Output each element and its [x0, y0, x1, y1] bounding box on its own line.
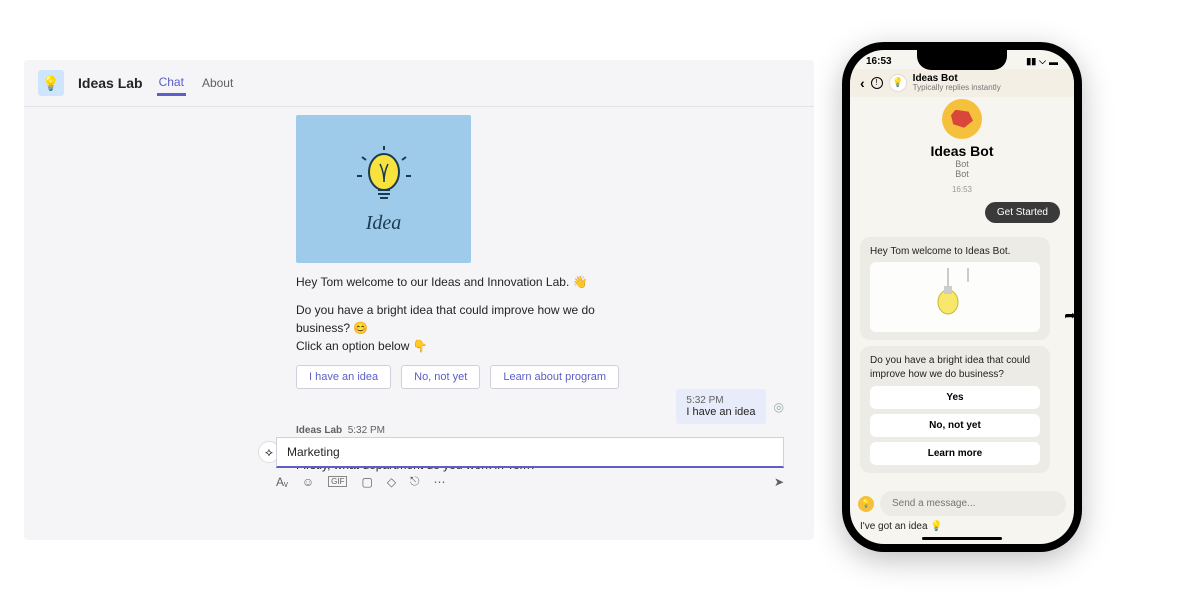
bulb-illustration [870, 262, 1040, 332]
prompt-line1: Do you have a bright idea that could imp… [296, 303, 595, 335]
share-icon[interactable]: ➦ [1064, 307, 1074, 324]
option-row: I have an idea No, not yet Learn about p… [296, 365, 636, 389]
battery-icon: ▬ [1049, 57, 1058, 67]
phone-message-input[interactable] [880, 491, 1066, 516]
sticker-icon[interactable]: ▢ [361, 475, 372, 489]
back-icon[interactable]: ‹ [860, 75, 865, 91]
home-indicator[interactable] [922, 537, 1002, 540]
send-icon[interactable]: ➤ [774, 475, 784, 489]
option-no[interactable]: No, not yet [401, 365, 480, 389]
hero-time: 16:53 [860, 185, 1064, 194]
hanging-bulb-icon [930, 268, 980, 326]
user-reply-text: I have an idea [686, 406, 755, 418]
signal-icon: ▮▮ [1026, 56, 1036, 67]
followup-time: 5:32 PM [348, 425, 385, 436]
phone-screen: 16:53 ▮▮ ⌵ ▬ ‹ ! 💡 Ideas Bot Typically r… [850, 50, 1074, 544]
user-reply-bubble: 5:32 PM I have an idea [676, 389, 765, 424]
more-icon[interactable]: ⋯ [434, 475, 446, 489]
format-icon[interactable]: Aᵥ [276, 475, 288, 489]
wifi-icon: ⌵ [1039, 56, 1046, 67]
welcome-bubble: Hey Tom welcome to Ideas Bot. [860, 237, 1050, 341]
menu-dot-icon[interactable]: 💡 [858, 496, 874, 512]
bot-followup-meta: Ideas Lab 5:32 PM [296, 425, 794, 436]
phone-frame: 16:53 ▮▮ ⌵ ▬ ‹ ! 💡 Ideas Bot Typically r… [842, 42, 1082, 552]
teams-header: 💡 Ideas Lab Chat About [24, 60, 814, 107]
idea-caption: Idea [366, 212, 402, 235]
header-sub: Typically replies instantly [913, 84, 1001, 93]
status-icons: ▮▮ ⌵ ▬ [1026, 56, 1058, 67]
choice-learn[interactable]: Learn more [870, 442, 1040, 465]
extension-icon[interactable]: ◇ [387, 475, 396, 489]
bot-welcome-block: Hey Tom welcome to our Ideas and Innovat… [296, 273, 636, 389]
welcome-text: Hey Tom welcome to our Ideas and Innovat… [296, 273, 636, 291]
compose-area: Aᵥ ☺ GIF ▢ ◇ ⎋ ⋯ ➤ [276, 437, 784, 489]
bot-avatar-small: 💡 [889, 74, 907, 92]
hero-sub1: Bot [860, 159, 1064, 169]
question-text: Do you have a bright idea that could imp… [870, 355, 1030, 380]
tab-about[interactable]: About [200, 72, 235, 94]
user-reply-wrap: 5:32 PM I have an idea ◎ [676, 389, 784, 424]
option-have-idea[interactable]: I have an idea [296, 365, 391, 389]
choice-yes[interactable]: Yes [870, 386, 1040, 409]
info-icon[interactable]: ! [871, 77, 883, 89]
compose-input[interactable] [276, 437, 784, 468]
hero-name: Ideas Bot [860, 143, 1064, 159]
question-bubble: Do you have a bright idea that could imp… [860, 346, 1050, 473]
phone-input-row: 💡 [858, 491, 1066, 516]
lightbulb-drawing-icon [354, 144, 414, 216]
chat-body: Idea Hey Tom welcome to our Ideas and In… [24, 107, 814, 503]
tab-chat[interactable]: Chat [157, 71, 186, 96]
emoji-icon[interactable]: ☺ [302, 475, 314, 489]
header-text: Ideas Bot Typically replies instantly [913, 73, 1001, 93]
lightbulb-icon: 💡 [38, 70, 64, 96]
get-started-button[interactable]: Get Started [985, 202, 1060, 223]
option-learn[interactable]: Learn about program [490, 365, 619, 389]
prompt-text: Do you have a bright idea that could imp… [296, 301, 636, 355]
compose-toolbar: Aᵥ ☺ GIF ▢ ◇ ⎋ ⋯ ➤ [276, 474, 784, 489]
seen-icon: ◎ [774, 400, 784, 414]
status-time: 16:53 [866, 56, 892, 67]
phone-body: Ideas Bot Bot Bot 16:53 Get Started Hey … [850, 97, 1074, 483]
hero-avatar [942, 99, 982, 139]
followup-sender: Ideas Lab [296, 425, 342, 436]
attach-icon[interactable]: ⎋ [410, 474, 420, 489]
phone-notch [917, 50, 1007, 70]
phone-header: ‹ ! 💡 Ideas Bot Typically replies instan… [850, 69, 1074, 97]
prompt-line2: Click an option below 👇 [296, 339, 428, 353]
teams-window: 💡 Ideas Lab Chat About Idea Hey Tom welc… [24, 60, 814, 540]
phone-caption: I've got an idea 💡 [860, 521, 943, 532]
hero-sub2: Bot [860, 169, 1064, 179]
gif-icon[interactable]: GIF [328, 476, 347, 487]
choice-no[interactable]: No, not yet [870, 414, 1040, 437]
welcome-bubble-text: Hey Tom welcome to Ideas Bot. [870, 246, 1010, 257]
user-reply-time: 5:32 PM [686, 395, 755, 406]
idea-hero-card: Idea [296, 115, 471, 263]
app-title: Ideas Lab [78, 75, 143, 91]
